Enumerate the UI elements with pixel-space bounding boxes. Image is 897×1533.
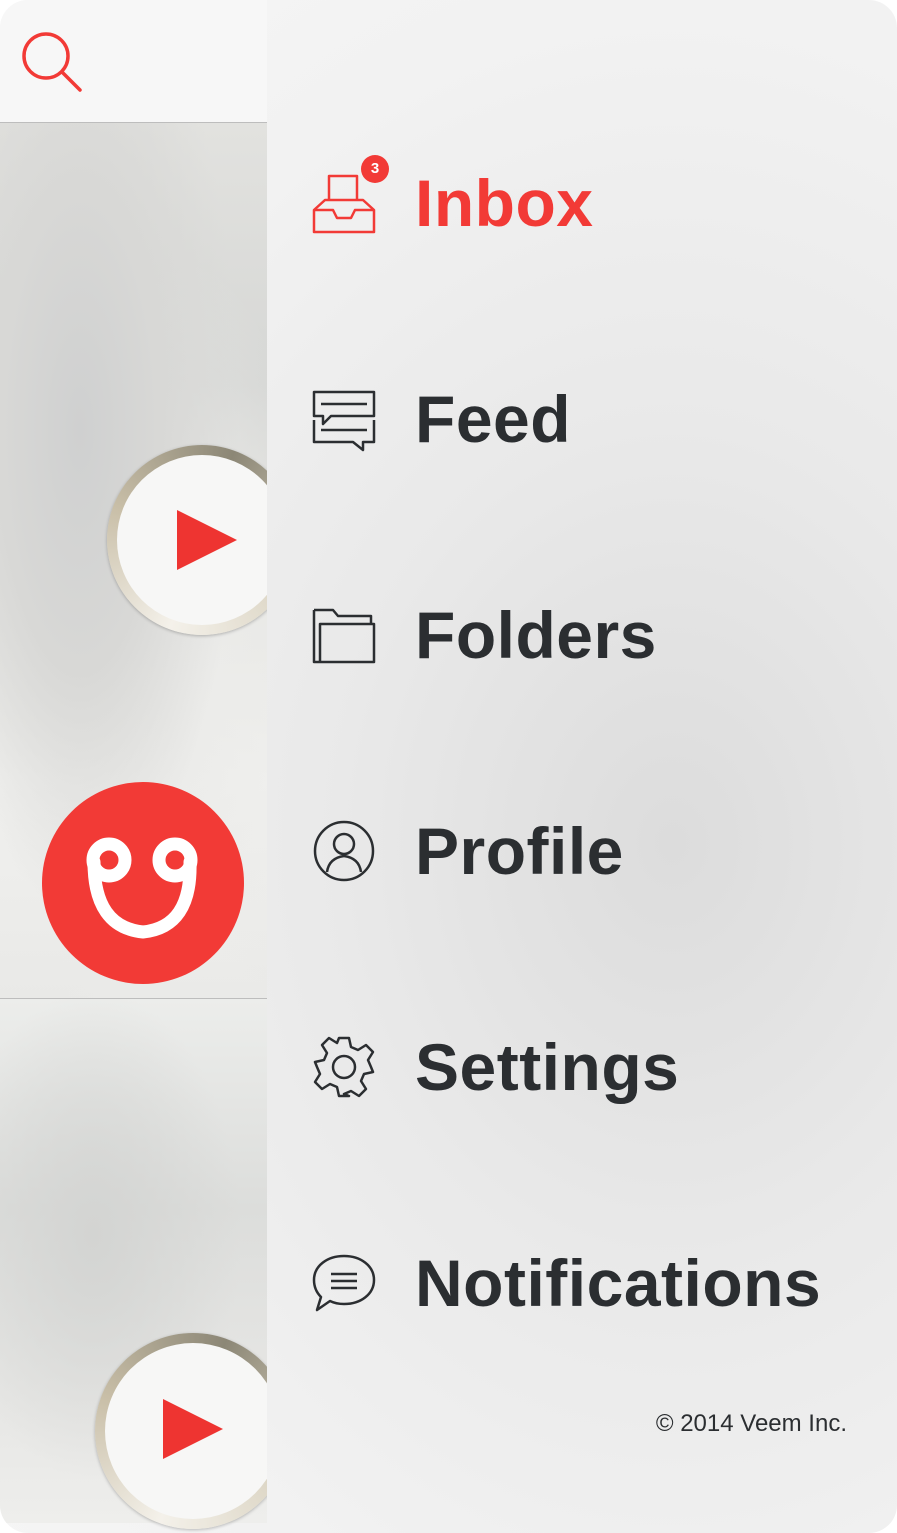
profile-icon: [313, 820, 375, 882]
unread-badge: 3: [361, 155, 389, 183]
veem-logo-button[interactable]: [42, 782, 244, 984]
copyright-text: © 2014 Veem Inc.: [655, 1410, 847, 1437]
menu-item-label: Profile: [415, 814, 624, 888]
menu-item-label: Inbox: [415, 166, 594, 240]
play-icon: [177, 510, 237, 570]
search-icon[interactable]: [20, 30, 84, 94]
menu-item-folders[interactable]: Folders: [267, 575, 897, 695]
chat-bubble-icon: [312, 1254, 376, 1312]
menu-item-label: Folders: [415, 598, 657, 672]
folder-icon: [312, 608, 376, 664]
app-screen: 3 Inbox Feed Folders Profile Settings No…: [0, 0, 897, 1533]
menu-item-label: Notifications: [415, 1246, 822, 1320]
menu-item-settings[interactable]: Settings: [267, 1007, 897, 1127]
menu-item-notifications[interactable]: Notifications: [267, 1223, 897, 1343]
feed-icon: [312, 390, 376, 452]
menu-item-feed[interactable]: Feed: [267, 359, 897, 479]
gear-icon: [313, 1036, 375, 1098]
veem-logo-icon: [86, 837, 198, 939]
menu-item-label: Settings: [415, 1030, 680, 1104]
menu-item-profile[interactable]: Profile: [267, 791, 897, 911]
side-menu: 3 Inbox Feed Folders Profile Settings No…: [267, 0, 897, 1533]
play-icon: [163, 1399, 223, 1459]
top-bar: [0, 0, 267, 123]
feed-preview-strip: [0, 0, 267, 1533]
menu-item-label: Feed: [415, 382, 572, 456]
menu-item-inbox[interactable]: 3 Inbox: [267, 143, 897, 263]
